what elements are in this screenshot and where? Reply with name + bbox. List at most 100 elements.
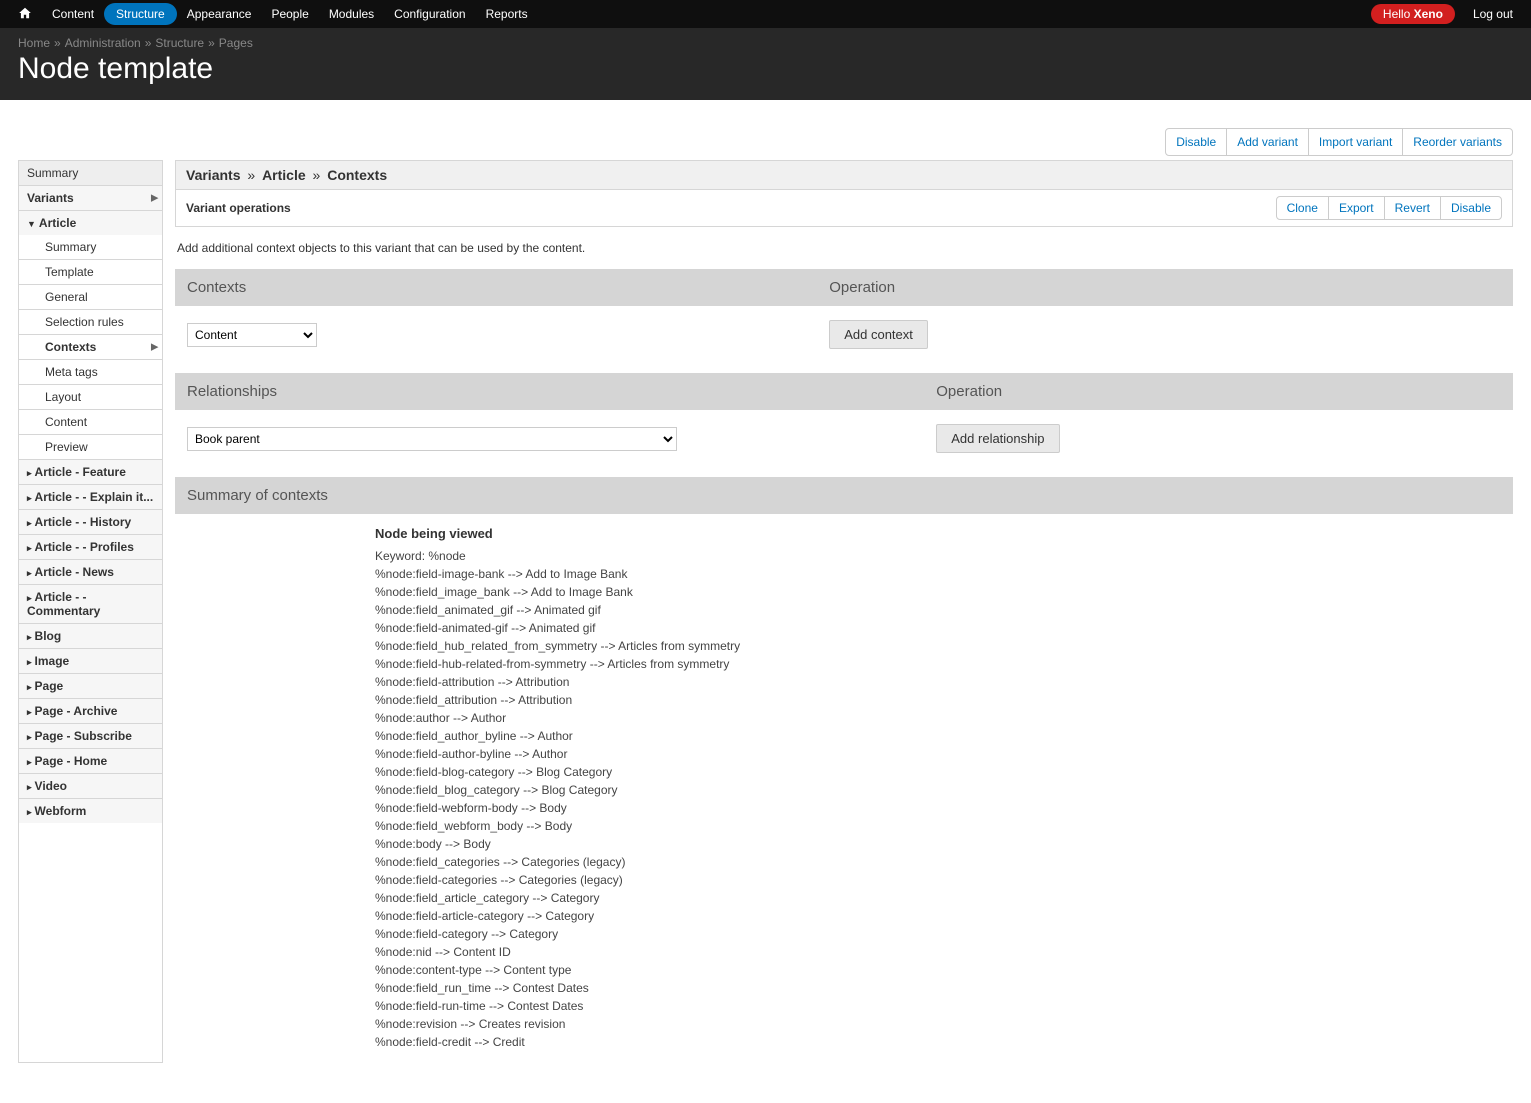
- context-keyword-line: %node:field_webform_body --> Body: [375, 817, 1501, 835]
- breadcrumb-item[interactable]: Pages: [219, 36, 253, 50]
- sidebar-item-selection-rules[interactable]: Selection rules: [19, 310, 162, 334]
- main-content: Variants » Article » Contexts Variant op…: [175, 160, 1513, 1063]
- context-keyword-line: %node:field-attribution --> Attribution: [375, 673, 1501, 691]
- sidebar-item-variants[interactable]: Variants ▶: [19, 186, 162, 210]
- admin-toolbar: ContentStructureAppearancePeopleModulesC…: [0, 0, 1531, 28]
- breadcrumb: Home»Administration»Structure»Pages: [18, 36, 1513, 50]
- sidebar-item-layout[interactable]: Layout: [19, 385, 162, 409]
- sidebar-item-page-archive[interactable]: ▸Page - Archive: [19, 699, 162, 723]
- sidebar-item-summary[interactable]: Summary: [19, 161, 162, 185]
- caret-right-icon: ▸: [27, 518, 32, 528]
- context-keyword-line: %node:field-category --> Category: [375, 925, 1501, 943]
- home-icon[interactable]: [8, 0, 42, 29]
- page-action-disable[interactable]: Disable: [1166, 129, 1226, 155]
- hello-user-badge[interactable]: Hello Xeno: [1371, 4, 1455, 24]
- variant-operations-bar: Variant operations CloneExportRevertDisa…: [175, 189, 1513, 227]
- sidebar-item-article[interactable]: ▼Article: [19, 211, 162, 235]
- context-keyword-line: %node:field_article_category --> Categor…: [375, 889, 1501, 907]
- caret-right-icon: ▸: [27, 782, 32, 792]
- sidebar-item-page[interactable]: ▸Page: [19, 674, 162, 698]
- caret-right-icon: ▸: [27, 493, 32, 503]
- toolbar-item-reports[interactable]: Reports: [476, 1, 538, 27]
- context-keyword-line: %node:field_author_byline --> Author: [375, 727, 1501, 745]
- add-relationship-button[interactable]: Add relationship: [936, 424, 1059, 453]
- toolbar-item-content[interactable]: Content: [42, 1, 104, 27]
- page-action-add-variant[interactable]: Add variant: [1227, 129, 1308, 155]
- sidebar-item-page-home[interactable]: ▸Page - Home: [19, 749, 162, 773]
- variant-op-revert[interactable]: Revert: [1385, 197, 1440, 219]
- context-keyword-line: %node:revision --> Creates revision: [375, 1015, 1501, 1033]
- sidebar-item-page-subscribe[interactable]: ▸Page - Subscribe: [19, 724, 162, 748]
- relationships-op-header: Operation: [924, 373, 1513, 410]
- relationships-table: Relationships Operation Book parent Add …: [175, 373, 1513, 467]
- variant-op-export[interactable]: Export: [1329, 197, 1384, 219]
- sidebar-item-meta-tags[interactable]: Meta tags: [19, 360, 162, 384]
- contexts-table: Contexts Operation Content Add context: [175, 269, 1513, 363]
- variant-op-clone[interactable]: Clone: [1277, 197, 1328, 219]
- context-keyword-line: %node:field_hub_related_from_symmetry --…: [375, 637, 1501, 655]
- sidebar-item-summary[interactable]: Summary: [19, 235, 162, 259]
- sidebar-item-article-profiles[interactable]: ▸Article - - Profiles: [19, 535, 162, 559]
- context-keyword-line: %node:field-article-category --> Categor…: [375, 907, 1501, 925]
- toolbar-item-configuration[interactable]: Configuration: [384, 1, 475, 27]
- sidebar-item-video[interactable]: ▸Video: [19, 774, 162, 798]
- relationship-select[interactable]: Book parent: [187, 427, 677, 451]
- sidebar-item-article-explain-it-[interactable]: ▸Article - - Explain it...: [19, 485, 162, 509]
- page-actions: DisableAdd variantImport variantReorder …: [0, 100, 1531, 160]
- caret-right-icon: ▸: [27, 468, 32, 478]
- main-crumb-item: Article: [262, 167, 306, 183]
- chevron-right-icon: ▶: [151, 342, 158, 353]
- caret-right-icon: ▸: [27, 807, 32, 817]
- context-keyword-line: %node:field_animated_gif --> Animated gi…: [375, 601, 1501, 619]
- context-keyword-line: %node:field_categories --> Categories (l…: [375, 853, 1501, 871]
- summary-of-contexts-header: Summary of contexts: [175, 477, 1513, 514]
- sidebar-item-article-feature[interactable]: ▸Article - Feature: [19, 460, 162, 484]
- main-crumb-item: Contexts: [327, 167, 387, 183]
- context-keyword-line: %node:author --> Author: [375, 709, 1501, 727]
- sidebar-item-image[interactable]: ▸Image: [19, 649, 162, 673]
- contexts-col-header: Contexts: [175, 269, 817, 306]
- caret-right-icon: ▸: [27, 757, 32, 767]
- toolbar-item-structure[interactable]: Structure: [104, 3, 177, 25]
- sidebar-item-article-history[interactable]: ▸Article - - History: [19, 510, 162, 534]
- page-action-import-variant[interactable]: Import variant: [1309, 129, 1402, 155]
- sidebar-item-template[interactable]: Template: [19, 260, 162, 284]
- variant-op-disable[interactable]: Disable: [1441, 197, 1501, 219]
- chevron-right-icon: ▶: [151, 193, 158, 204]
- caret-right-icon: ▸: [27, 682, 32, 692]
- context-keyword-line: %node:field-author-byline --> Author: [375, 745, 1501, 763]
- page-header: Home»Administration»Structure»Pages Node…: [0, 28, 1531, 100]
- toolbar-item-modules[interactable]: Modules: [319, 1, 384, 27]
- hello-prefix: Hello: [1383, 7, 1414, 21]
- sidebar-item-webform[interactable]: ▸Webform: [19, 799, 162, 823]
- page-action-reorder-variants[interactable]: Reorder variants: [1403, 129, 1512, 155]
- context-select[interactable]: Content: [187, 323, 317, 347]
- contexts-op-header: Operation: [817, 269, 1513, 306]
- caret-right-icon: ▸: [27, 593, 32, 603]
- breadcrumb-item[interactable]: Home: [18, 36, 50, 50]
- context-keyword-line: %node:body --> Body: [375, 835, 1501, 853]
- summary-of-contexts-body: Node being viewed Keyword: %node%node:fi…: [175, 514, 1513, 1063]
- context-keyword-line: %node:field_attribution --> Attribution: [375, 691, 1501, 709]
- caret-right-icon: ▸: [27, 632, 32, 642]
- sidebar-item-content[interactable]: Content: [19, 410, 162, 434]
- hello-name: Xeno: [1414, 7, 1443, 21]
- breadcrumb-item[interactable]: Structure: [155, 36, 204, 50]
- sidebar: Summary Variants ▶ ▼Article SummaryTempl…: [18, 160, 163, 1063]
- toolbar-item-people[interactable]: People: [261, 1, 318, 27]
- context-keyword-line: %node:field-webform-body --> Body: [375, 799, 1501, 817]
- main-crumb-item: Variants: [186, 167, 240, 183]
- sidebar-item-contexts[interactable]: Contexts▶: [19, 335, 162, 359]
- caret-right-icon: ▸: [27, 707, 32, 717]
- toolbar-item-appearance[interactable]: Appearance: [177, 1, 262, 27]
- context-keyword-line: %node:field-blog-category --> Blog Categ…: [375, 763, 1501, 781]
- breadcrumb-item[interactable]: Administration: [65, 36, 141, 50]
- sidebar-item-blog[interactable]: ▸Blog: [19, 624, 162, 648]
- variant-ops-title: Variant operations: [186, 201, 291, 215]
- sidebar-item-article-commentary[interactable]: ▸Article - - Commentary: [19, 585, 162, 623]
- sidebar-item-article-news[interactable]: ▸Article - News: [19, 560, 162, 584]
- sidebar-item-preview[interactable]: Preview: [19, 435, 162, 459]
- logout-link[interactable]: Log out: [1463, 1, 1523, 27]
- sidebar-item-general[interactable]: General: [19, 285, 162, 309]
- add-context-button[interactable]: Add context: [829, 320, 928, 349]
